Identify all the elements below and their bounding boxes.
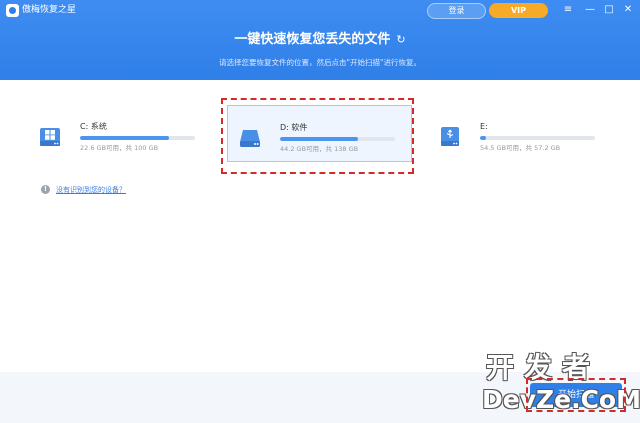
drive-size: 54.5 GB可用，共 57.2 GB bbox=[480, 144, 561, 152]
app-name: 傲梅恢复之星 bbox=[22, 5, 77, 15]
selection-highlight bbox=[221, 98, 414, 174]
drive-name: E: bbox=[480, 122, 488, 131]
drive-usage-bar bbox=[480, 136, 595, 140]
usb-drive-icon bbox=[441, 127, 459, 146]
vip-button[interactable]: VIP bbox=[489, 3, 548, 18]
app-logo-icon bbox=[6, 4, 19, 17]
drive-name: C: 系统 bbox=[80, 122, 107, 131]
drive-card-c[interactable]: C: 系统 22.6 GB可用，共 100 GB bbox=[28, 105, 213, 162]
close-icon[interactable]: ✕ bbox=[620, 2, 636, 18]
page-subtitle: 请选择您要恢复文件的位置，然后点击"开始扫描"进行恢复。 bbox=[219, 58, 421, 67]
drive-size: 22.6 GB可用，共 100 GB bbox=[80, 144, 159, 152]
header: 傲梅恢复之星 登录 VIP ≡ — □ ✕ 一键快速恢复您丢失的文件 ↻ 请选择您… bbox=[0, 0, 640, 80]
scan-button-highlight bbox=[526, 378, 626, 412]
drive-usage-fill bbox=[480, 136, 486, 140]
minimize-icon[interactable]: — bbox=[582, 2, 598, 18]
windows-drive-icon bbox=[40, 128, 60, 146]
device-not-found-link[interactable]: 没有识别到您的设备？ bbox=[56, 185, 126, 195]
drive-usage-fill bbox=[80, 136, 169, 140]
page-title: 一键快速恢复您丢失的文件 ↻ bbox=[0, 31, 640, 49]
drive-card-e[interactable]: E: 54.5 GB可用，共 57.2 GB bbox=[428, 105, 613, 162]
login-button[interactable]: 登录 bbox=[427, 3, 486, 19]
refresh-icon[interactable]: ↻ bbox=[396, 31, 405, 49]
maximize-icon[interactable]: □ bbox=[601, 2, 617, 18]
drive-usage-bar bbox=[80, 136, 195, 140]
page-title-text: 一键快速恢复您丢失的文件 bbox=[234, 32, 391, 47]
info-icon: ! bbox=[41, 185, 50, 194]
menu-icon[interactable]: ≡ bbox=[560, 2, 576, 18]
